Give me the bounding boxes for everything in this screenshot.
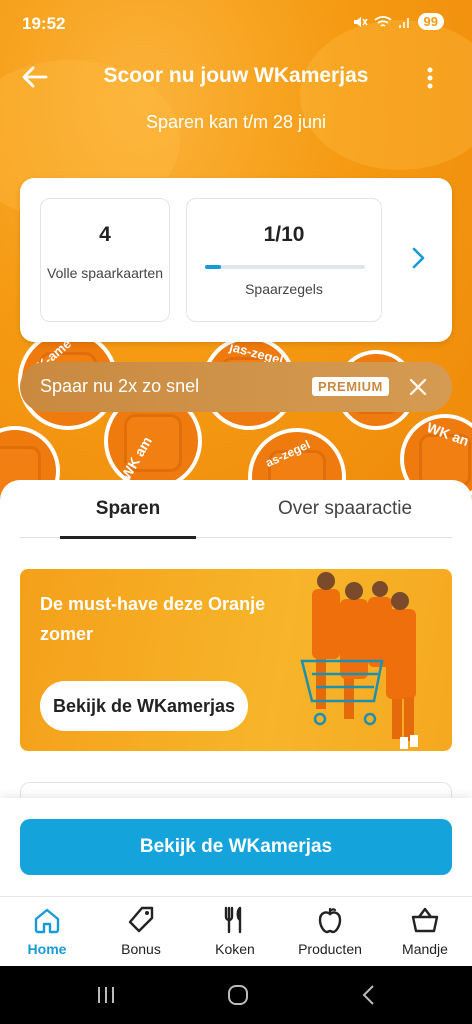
premium-banner-text: Spaar nu 2x zo snel: [40, 376, 200, 396]
promo-banner: De must-have deze Oranje zomer Bekijk de…: [20, 569, 452, 751]
promo-title: De must-have deze Oranje zomer: [40, 594, 266, 644]
basket-icon: [411, 907, 439, 933]
tab-over-spaaractie[interactable]: Over spaaractie: [260, 498, 430, 520]
full-cards-label: Volle spaarkaarten: [47, 265, 163, 281]
promo-button[interactable]: Bekijk de WKamerjas: [40, 681, 248, 731]
battery-level: 99: [417, 13, 444, 30]
stamps-label: Spaarzegels: [245, 281, 323, 297]
nav-mandje[interactable]: Mandje: [380, 905, 470, 957]
more-options-icon[interactable]: [418, 66, 442, 90]
recent-apps-icon[interactable]: [94, 983, 118, 1007]
nav-producten[interactable]: Producten: [285, 905, 375, 957]
cutlery-icon: [224, 906, 242, 934]
premium-banner[interactable]: Spaar nu 2x zo snel PREMIUM: [20, 362, 452, 412]
nav-koken-label: Koken: [215, 941, 255, 957]
nav-koken[interactable]: Koken: [190, 905, 280, 957]
stamp-text: as-zegel: [263, 437, 312, 470]
status-icons: 99: [352, 13, 444, 30]
stamp-text: WK am: [117, 434, 155, 483]
stamps-tile[interactable]: 1/10 Spaarzegels: [186, 198, 382, 322]
status-bar: 19:52 99: [0, 0, 472, 46]
cta-area: Bekijk de WKamerjas: [0, 798, 472, 896]
chevron-right-icon[interactable]: [404, 244, 432, 272]
stamps-progress-fill: [205, 265, 221, 269]
active-tab-indicator: [60, 536, 196, 539]
home-button-icon[interactable]: [226, 983, 250, 1007]
status-time: 19:52: [22, 14, 66, 33]
bottom-navigation: Home Bonus Koken Producten Mandje: [0, 896, 472, 966]
full-cards-count: 4: [99, 223, 111, 246]
nav-producten-label: Producten: [298, 941, 362, 957]
nav-home[interactable]: Home: [2, 905, 92, 957]
signal-icon: [398, 17, 409, 28]
nav-mandje-label: Mandje: [402, 941, 448, 957]
wifi-icon: [373, 15, 392, 27]
apple-icon: [318, 907, 342, 934]
view-jacket-button[interactable]: Bekijk de WKamerjas: [20, 819, 452, 875]
page-subtitle: Sparen kan t/m 28 juni: [145, 112, 327, 132]
home-icon: [34, 908, 60, 934]
stamp-text: WK an: [425, 419, 471, 449]
nav-home-label: Home: [27, 941, 67, 957]
system-navigation-bar: [0, 966, 472, 1024]
nav-bonus-label: Bonus: [121, 941, 161, 957]
top-bar: Scoor nu jouw WKamerjas: [0, 58, 472, 98]
team-photo-image: [300, 572, 418, 749]
tab-bar: Sparen Over spaaractie: [20, 480, 452, 539]
stamps-progress-bar: [205, 265, 365, 269]
back-button-icon[interactable]: [358, 983, 382, 1007]
savings-summary-card: 4 Volle spaarkaarten 1/10 Spaarzegels: [20, 178, 452, 342]
mute-icon: [353, 16, 368, 27]
full-cards-tile[interactable]: 4 Volle spaarkaarten: [40, 198, 170, 322]
nav-bonus[interactable]: Bonus: [96, 905, 186, 957]
stamps-count: 1/10: [263, 223, 305, 246]
bonus-tag-icon: [128, 906, 154, 933]
tab-sparen[interactable]: Sparen: [60, 498, 196, 520]
premium-badge: PREMIUM: [312, 377, 389, 396]
page-title: Scoor nu jouw WKamerjas: [103, 64, 369, 87]
close-icon[interactable]: [405, 374, 431, 400]
